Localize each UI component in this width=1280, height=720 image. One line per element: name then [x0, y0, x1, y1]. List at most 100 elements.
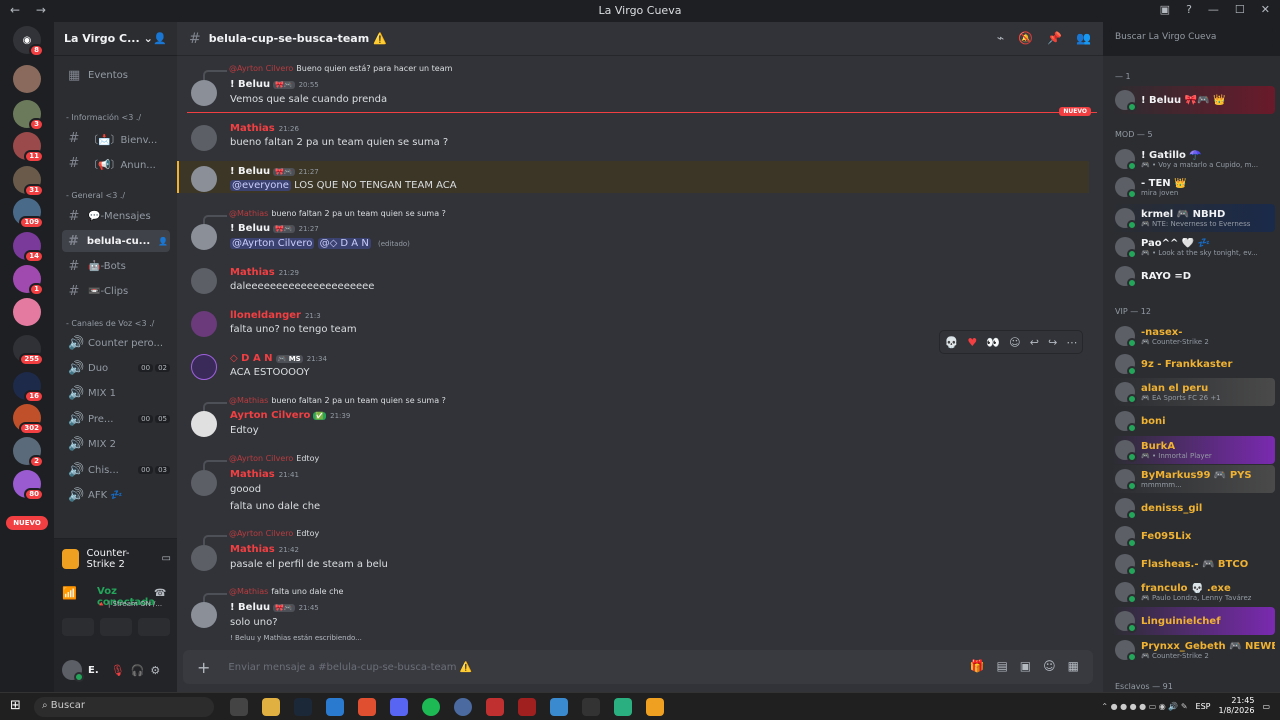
channel-bots[interactable]: # 🤖-Bots [62, 255, 170, 277]
app-icon[interactable] [550, 698, 568, 716]
member-item[interactable]: ! Gatillo ☂️ 🎮 • Voy a matarlo a Cupido, … [1111, 145, 1275, 173]
voice-channel[interactable]: 🔊 AFK 💤 [62, 484, 170, 506]
mention[interactable]: @Ayrton Cilvero [230, 238, 315, 249]
more-icon[interactable]: ⋯ [1066, 336, 1077, 349]
server-icon[interactable]: 2 [13, 437, 44, 468]
member-item[interactable]: boni [1111, 407, 1275, 435]
avatar[interactable] [191, 311, 217, 337]
reply-preview[interactable]: @Ayrton Cilvero Edtoy [202, 454, 319, 470]
app-icon[interactable] [518, 698, 536, 716]
eyes-reaction-icon[interactable]: 👀 [986, 336, 1000, 349]
apps-icon[interactable]: ▦ [1068, 659, 1079, 673]
avatar[interactable] [62, 660, 84, 682]
server-icon[interactable]: 302 [13, 404, 44, 435]
message-author[interactable]: ! Beluu 🎀🎮 21:27 [230, 223, 319, 234]
server-icon[interactable] [13, 65, 41, 93]
member-item[interactable]: BurkA 🎮 • Inmortal Player [1111, 436, 1275, 464]
server-icon[interactable]: 1 [13, 265, 44, 296]
language-indicator[interactable]: ESP [1196, 702, 1211, 711]
message-author[interactable]: ! Beluu 🎀🎮 20:55 [230, 79, 319, 90]
screen-share-button[interactable] [100, 618, 132, 636]
events-item[interactable]: ▦ Eventos [62, 64, 170, 86]
edge-icon[interactable] [326, 698, 344, 716]
category-general[interactable]: - General <3 ./ [66, 191, 125, 200]
app-icon[interactable] [582, 698, 600, 716]
search-input[interactable]: Buscar La Virgo Cueva [1109, 28, 1273, 48]
forward-icon[interactable]: ↪ [1048, 336, 1057, 349]
cs2-icon[interactable] [646, 698, 664, 716]
server-header[interactable]: La Virgo C... ⌄ 👤 [54, 22, 177, 56]
message-author[interactable]: Mathias 21:26 [230, 123, 299, 134]
member-item[interactable]: ByMarkus99 🎮 PYS mmmmm... [1111, 465, 1275, 493]
server-icon[interactable]: 31 [13, 166, 44, 197]
minimize-button[interactable]: — [1208, 3, 1219, 16]
skull-reaction-icon[interactable]: 💀 [945, 336, 959, 349]
server-icon[interactable]: 14 [13, 232, 44, 263]
member-item[interactable]: krmel 🎮 NBHD 🎮 NTE: Neverness to Everness [1111, 204, 1275, 232]
channel-announcements[interactable]: # 〔📢〕Anun... [62, 152, 170, 174]
message-author[interactable]: Mathias 21:42 [230, 544, 299, 555]
camera-off-button[interactable] [62, 618, 94, 636]
reply-preview[interactable]: @Ayrton Cilvero Edtoy [202, 529, 319, 545]
discord-home-icon[interactable]: ◉ 8 [13, 26, 44, 57]
new-servers-pill[interactable]: NUEVO [6, 516, 48, 530]
message-author[interactable]: Mathias 21:29 [230, 267, 299, 278]
server-icon[interactable]: 80 [13, 470, 44, 501]
avatar[interactable] [191, 545, 217, 571]
member-item[interactable]: ! Beluu 🎀🎮 👑 [1111, 86, 1275, 114]
threads-icon[interactable]: ⌁ [997, 31, 1004, 45]
sticker-icon[interactable]: ▣ [1020, 659, 1031, 673]
avatar[interactable] [191, 268, 217, 294]
member-item[interactable]: - TEN 👑 mira joven [1111, 173, 1275, 201]
message-author[interactable]: Mathias 21:41 [230, 469, 299, 480]
taskbar-search[interactable]: ⌕ Buscar [34, 697, 214, 717]
mention[interactable]: @everyone [230, 180, 291, 191]
add-reaction-icon[interactable]: ☺ [1009, 336, 1020, 349]
steam-icon[interactable] [294, 698, 312, 716]
server-icon[interactable]: 11 [13, 132, 44, 163]
notification-icon[interactable]: ▭ [1262, 702, 1270, 711]
disconnect-icon[interactable]: ☎ [154, 588, 166, 599]
channel-clips[interactable]: # 📼-Clips [62, 280, 170, 302]
voice-channel[interactable]: 🔊 MIX 1 [62, 382, 170, 404]
reply-icon[interactable]: ↩ [1030, 336, 1039, 349]
avatar[interactable] [191, 80, 217, 106]
tray-icons[interactable]: ⌃ ● ● ● ● ▭ ◉ 🔊 ✎ [1101, 702, 1187, 711]
member-item[interactable]: RAYO =D [1111, 262, 1275, 290]
category-voice[interactable]: - Canales de Voz <3 ./ [66, 319, 154, 328]
message-author[interactable]: ! Beluu 🎀🎮 21:27 [230, 166, 319, 177]
voice-channel[interactable]: 🔊 Counter pero... [62, 332, 170, 354]
member-item[interactable]: franculo 💀 .exe 🎮 Paulo Londra, Lenny Tav… [1111, 578, 1275, 606]
voice-channel[interactable]: 🔊 Duo 00 02 [62, 357, 170, 379]
headphones-icon[interactable]: 🎧 [131, 664, 145, 677]
member-item[interactable]: Prynxx_Gebeth 🎮 NEWB 🎮 Counter-Strike 2 [1111, 636, 1275, 664]
activities-button[interactable] [138, 618, 170, 636]
message-author[interactable]: ◇ D A N 🎮 MS 21:34 [230, 353, 327, 364]
member-item[interactable]: Fe095Lix [1111, 522, 1275, 550]
category-info[interactable]: - Información <3 ./ [66, 113, 141, 122]
discord-icon[interactable] [390, 698, 408, 716]
channel-mensajes[interactable]: # 💬-Mensajes [62, 205, 170, 227]
close-button[interactable]: ✕ [1261, 3, 1270, 16]
brave-icon[interactable] [358, 698, 376, 716]
avatar[interactable] [191, 602, 217, 628]
member-item[interactable]: Linguinielchef [1111, 607, 1275, 635]
reply-preview[interactable]: @Mathias falta uno dale che [202, 587, 343, 603]
avatar[interactable] [191, 354, 217, 380]
avatar[interactable] [191, 166, 217, 192]
windows-start-icon[interactable]: ⊞ [10, 698, 21, 713]
notifications-off-icon[interactable]: 🔕 [1018, 31, 1033, 45]
mention[interactable]: @◇ D A N [317, 238, 371, 249]
voice-channel[interactable]: 🔊 Chis... 00 03 [62, 459, 170, 481]
member-item[interactable]: -nasex- 🎮 Counter-Strike 2 [1111, 322, 1275, 350]
composer-input[interactable]: Enviar mensaje a #belula-cup-se-busca-te… [228, 662, 472, 673]
message-author[interactable]: Ayrton Cilvero ✅ 21:39 [230, 410, 350, 421]
avatar[interactable] [191, 224, 217, 250]
message-composer[interactable]: + Enviar mensaje a #belula-cup-se-busca-… [183, 650, 1093, 684]
task-view-icon[interactable] [230, 698, 248, 716]
pin-icon[interactable]: 📌 [1047, 31, 1062, 45]
server-icon[interactable]: 109 [13, 198, 44, 229]
avatar[interactable] [191, 125, 217, 151]
add-member-icon[interactable]: 👤 [158, 237, 168, 246]
gift-icon[interactable]: 🎁 [970, 659, 985, 673]
